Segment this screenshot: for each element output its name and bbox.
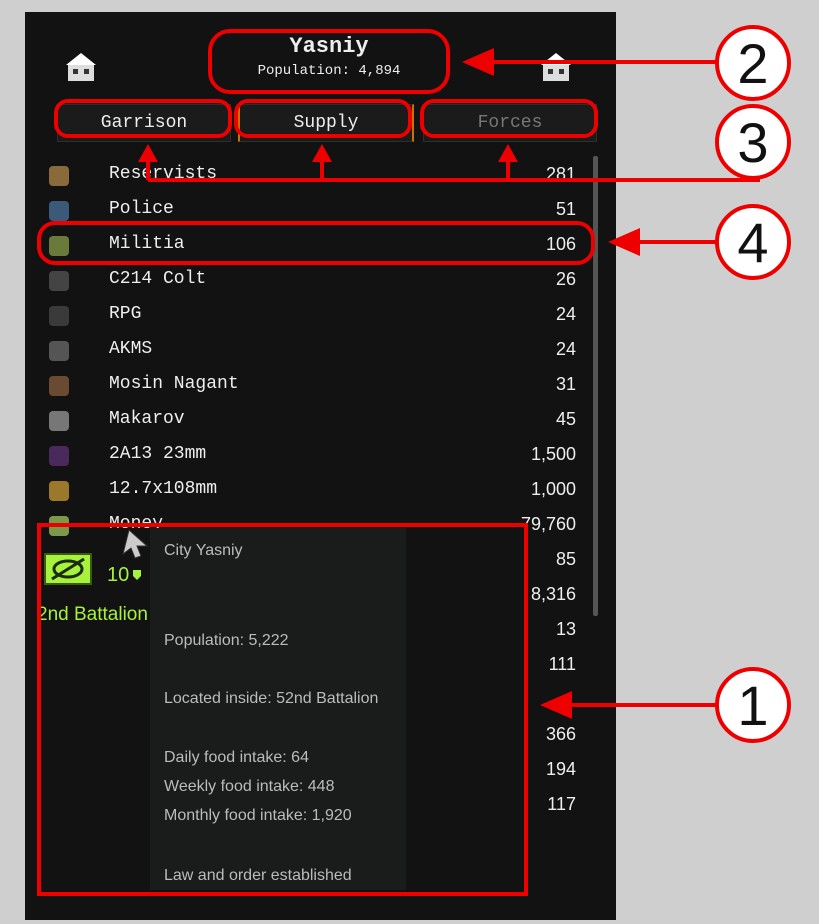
annotation-arrows [138, 48, 760, 719]
annotation-number-2: 2 [715, 25, 791, 101]
annotation-number-1: 1 [715, 667, 791, 743]
annotation-number-3: 3 [715, 104, 791, 180]
annotation-number-4: 4 [715, 204, 791, 280]
